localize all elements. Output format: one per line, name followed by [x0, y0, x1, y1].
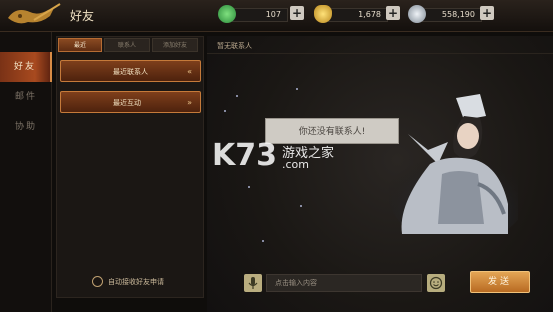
group-recent-interaction[interactable]: 最近互动 »: [60, 91, 201, 113]
resource-silver: 558,190 +: [408, 5, 494, 23]
resource-gold: 1,678 +: [314, 5, 400, 23]
chat-header: 暂无联系人: [207, 38, 553, 54]
collapse-icon: «: [187, 67, 192, 76]
microphone-icon: [248, 277, 258, 289]
tab-add-friend[interactable]: 添加好友: [152, 38, 198, 52]
microphone-button[interactable]: [244, 274, 262, 292]
page-title: 好友: [70, 9, 95, 23]
auto-accept-label: 自动接收好友申请: [108, 278, 164, 286]
add-gold-button[interactable]: +: [386, 6, 400, 20]
sparkle: [236, 95, 238, 97]
sparkle: [248, 186, 250, 188]
nav-mail[interactable]: 邮件: [0, 82, 52, 112]
sparkle: [262, 240, 264, 242]
character-portrait: [388, 94, 518, 234]
top-bar: 好友 107 + 1,678 + 558,190 +: [0, 0, 553, 32]
tab-contacts[interactable]: 联系人: [104, 38, 150, 52]
group-recent-contacts[interactable]: 最近联系人 «: [60, 60, 201, 82]
nav-friends[interactable]: 好友: [0, 52, 52, 82]
sparkle: [296, 88, 298, 90]
tab-recent[interactable]: 最近: [58, 38, 102, 52]
auto-accept-radio[interactable]: [92, 276, 103, 287]
empty-contacts-bubble: 你还没有联系人!: [265, 118, 399, 144]
smiley-icon: [429, 276, 443, 290]
sparkle: [224, 110, 226, 112]
jade-icon: [218, 5, 236, 23]
watermark-logo: K73: [212, 138, 277, 173]
add-jade-button[interactable]: +: [290, 6, 304, 20]
jade-amount: 107: [232, 8, 288, 22]
resource-jade: 107 +: [218, 5, 304, 23]
gold-amount: 1,678: [328, 8, 388, 22]
watermark-domain: .com: [282, 158, 309, 171]
expand-icon: »: [187, 98, 192, 107]
left-nav: 好友 邮件 协助: [0, 32, 52, 312]
sparkle: [300, 205, 302, 207]
group-label: 最近联系人: [113, 68, 148, 76]
nav-assist[interactable]: 协助: [0, 112, 52, 142]
silver-icon: [408, 5, 426, 23]
back-dragon-icon[interactable]: [4, 2, 64, 30]
gold-ingot-icon: [314, 5, 332, 23]
add-silver-button[interactable]: +: [480, 6, 494, 20]
send-button[interactable]: 发送: [470, 271, 530, 293]
group-label: 最近互动: [113, 99, 141, 107]
chat-input[interactable]: 点击输入内容: [266, 274, 422, 292]
silver-amount: 558,190: [422, 8, 482, 22]
emoji-button[interactable]: [427, 274, 445, 292]
